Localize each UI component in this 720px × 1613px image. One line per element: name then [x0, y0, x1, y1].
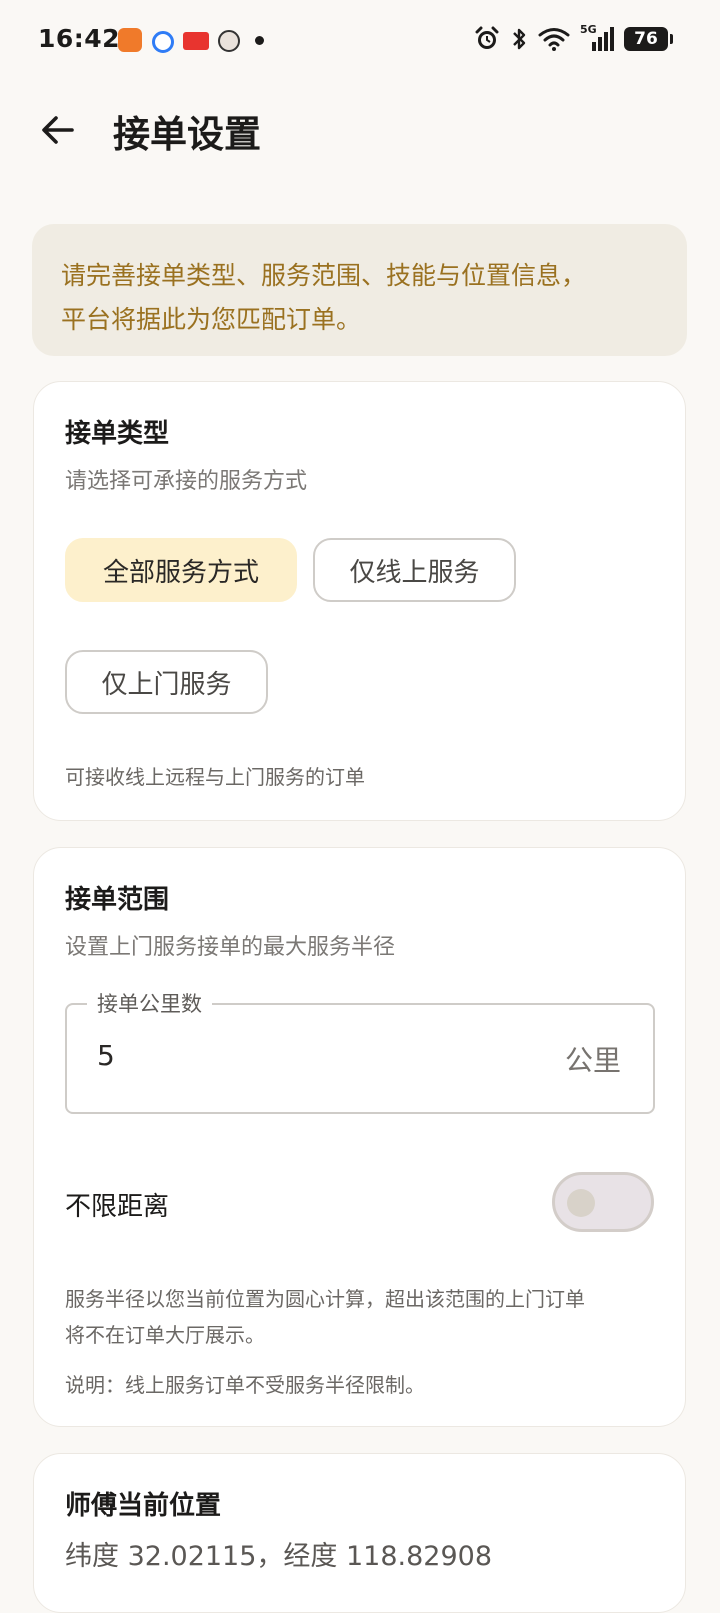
- km-input-label: 接单公里数: [87, 988, 212, 1018]
- avatar-notification-icon: [218, 30, 240, 52]
- km-unit-label: 公里: [564, 1044, 621, 1077]
- app-notification-icon: [118, 28, 142, 52]
- arrow-left-icon: [42, 116, 74, 144]
- battery-level: 76: [634, 29, 658, 49]
- page-title: 接单设置: [113, 113, 261, 156]
- wifi-icon: [538, 28, 570, 51]
- option-online-only-label: 仅线上服务: [349, 557, 480, 588]
- order-range-note-line-1: 服务半径以您当前位置为圆心计算，超出该范围的上门订单: [65, 1287, 585, 1311]
- order-range-subtitle: 设置上门服务接单的最大服务半径: [65, 935, 396, 960]
- news-notification-icon: [183, 32, 209, 50]
- km-input-value[interactable]: 5: [97, 1039, 115, 1072]
- cellular-signal-icon: 5G: [580, 23, 614, 52]
- unlimited-distance-toggle[interactable]: [552, 1172, 654, 1232]
- order-range-note: 服务半径以您当前位置为圆心计算，超出该范围的上门订单 将不在订单大厅展示。: [65, 1281, 585, 1353]
- option-all-services-label: 全部服务方式: [102, 557, 259, 588]
- alarm-icon: [475, 26, 499, 49]
- toggle-knob: [567, 1189, 595, 1217]
- battery-icon: 76: [624, 27, 673, 51]
- order-type-card: 接单类型 请选择可承接的服务方式 全部服务方式 仅线上服务 仅上门服务 可接收线…: [33, 381, 686, 821]
- order-range-note-line-2: 将不在订单大厅展示。: [65, 1323, 265, 1347]
- order-type-note: 可接收线上远程与上门服务的订单: [65, 765, 365, 789]
- current-location-card: 师傅当前位置 纬度 32.02115，经度 118.82908: [33, 1453, 686, 1613]
- current-location-title: 师傅当前位置: [65, 1491, 222, 1521]
- km-input-field[interactable]: 接单公里数 5 公里: [65, 988, 655, 1114]
- order-range-extra-note: 说明：线上服务订单不受服务半径限制。: [65, 1373, 425, 1397]
- bluetooth-icon: [513, 28, 526, 50]
- status-time: 16:42: [38, 24, 121, 53]
- option-all-services[interactable]: 全部服务方式: [65, 538, 297, 602]
- back-button[interactable]: [34, 106, 82, 154]
- more-notifications-dot-icon: [255, 36, 264, 45]
- info-notice: 请完善接单类型、服务范围、技能与位置信息， 平台将据此为您匹配订单。: [32, 224, 687, 356]
- order-type-subtitle: 请选择可承接的服务方式: [65, 469, 308, 494]
- option-online-only[interactable]: 仅线上服务: [313, 538, 516, 602]
- notice-line-1: 请完善接单类型、服务范围、技能与位置信息，: [61, 261, 587, 290]
- notice-line-2: 平台将据此为您匹配订单。: [61, 305, 362, 334]
- status-bar: 16:42 5G 76: [0, 0, 720, 82]
- browser-notification-icon: [152, 31, 174, 53]
- order-type-title: 接单类型: [65, 419, 170, 449]
- order-range-title: 接单范围: [65, 885, 170, 915]
- option-onsite-only-label: 仅上门服务: [101, 669, 232, 700]
- option-onsite-only[interactable]: 仅上门服务: [65, 650, 268, 714]
- current-location-coords: 纬度 32.02115，经度 118.82908: [65, 1541, 493, 1572]
- system-icons: 5G 76: [474, 23, 673, 52]
- order-range-card: 接单范围 设置上门服务接单的最大服务半径 接单公里数 5 公里 不限距离 服务半…: [33, 847, 686, 1427]
- unlimited-distance-label: 不限距离: [65, 1192, 170, 1222]
